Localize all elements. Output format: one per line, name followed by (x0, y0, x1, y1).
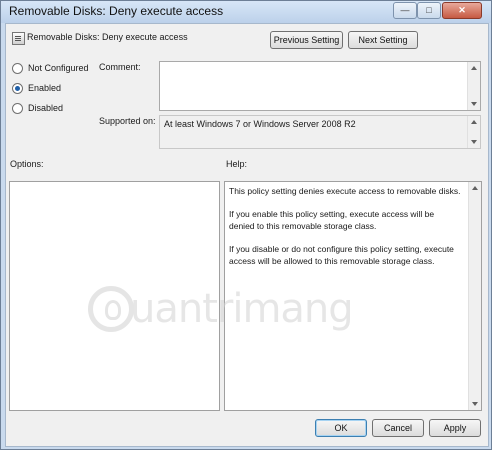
next-setting-button[interactable]: Next Setting (348, 31, 418, 49)
radio-disabled[interactable]: Disabled (12, 101, 63, 115)
previous-setting-button[interactable]: Previous Setting (270, 31, 343, 49)
radio-not-configured[interactable]: Not Configured (12, 61, 89, 75)
radio-button-icon[interactable] (12, 102, 23, 114)
scroll-up-icon[interactable] (472, 186, 478, 190)
radio-label: Disabled (28, 103, 64, 113)
help-label: Help: (226, 159, 248, 169)
scroll-up-icon[interactable] (471, 120, 477, 124)
radio-button-icon[interactable] (12, 62, 23, 74)
radio-label: Not Configured (28, 63, 89, 73)
lightbulb-logo-icon (88, 286, 134, 332)
setting-title: Removable Disks: Deny execute access (27, 32, 188, 42)
maximize-icon: □ (426, 5, 432, 15)
comment-scrollbar[interactable] (467, 62, 480, 110)
minimize-icon: — (400, 5, 410, 15)
watermark-text: uantrimang (130, 286, 354, 332)
cancel-button[interactable]: Cancel (372, 419, 424, 437)
policy-dialog-window: Removable Disks: Deny execute access — □… (0, 0, 492, 450)
help-paragraph: This policy setting denies execute acces… (229, 186, 461, 196)
help-paragraph: If you disable or do not configure this … (229, 244, 454, 266)
scroll-up-icon[interactable] (471, 66, 477, 70)
radio-enabled[interactable]: Enabled (12, 81, 61, 95)
options-label: Options: (10, 159, 44, 169)
help-text: This policy setting denies execute acces… (229, 185, 461, 278)
help-paragraph: If you enable this policy setting, execu… (229, 209, 435, 231)
comment-label: Comment: (99, 62, 141, 72)
window-title: Removable Disks: Deny execute access (9, 4, 224, 18)
apply-button[interactable]: Apply (429, 419, 481, 437)
maximize-button[interactable]: □ (417, 2, 441, 19)
close-icon: ✕ (458, 5, 466, 15)
ok-button[interactable]: OK (315, 419, 367, 437)
supported-on-label: Supported on: (99, 116, 156, 126)
supported-on-value: At least Windows 7 or Windows Server 200… (164, 119, 356, 129)
dialog-content: Removable Disks: Deny execute access Pre… (5, 23, 489, 447)
watermark-logo: uantrimang (88, 286, 354, 332)
supported-on-field: At least Windows 7 or Windows Server 200… (159, 115, 481, 149)
radio-button-checked-icon[interactable] (12, 82, 23, 94)
scroll-down-icon[interactable] (472, 402, 478, 406)
help-scrollbar[interactable] (468, 182, 481, 410)
comment-textarea[interactable] (159, 61, 481, 111)
radio-label: Enabled (28, 83, 62, 93)
close-button[interactable]: ✕ (442, 2, 482, 19)
title-bar[interactable]: Removable Disks: Deny execute access — □… (1, 1, 491, 23)
supported-on-scrollbar[interactable] (467, 116, 480, 148)
scroll-down-icon[interactable] (471, 140, 477, 144)
minimize-button[interactable]: — (393, 2, 417, 19)
scroll-down-icon[interactable] (471, 102, 477, 106)
policy-setting-icon (12, 32, 25, 45)
